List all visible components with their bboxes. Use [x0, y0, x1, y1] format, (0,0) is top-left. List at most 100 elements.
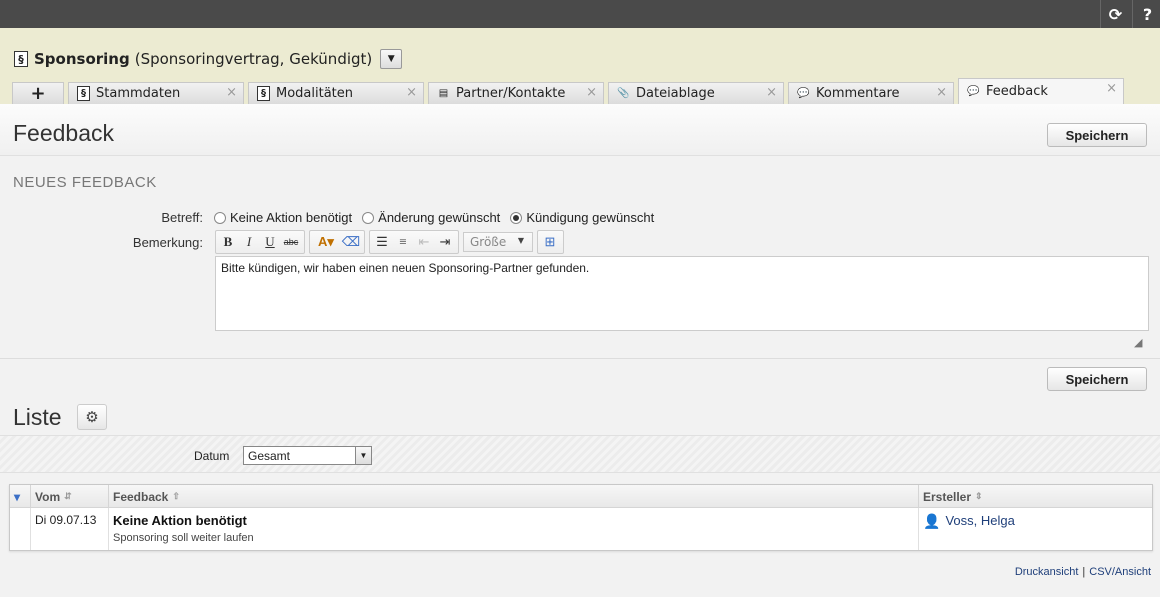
page-title: Feedback: [13, 120, 115, 146]
bemerkung-textarea[interactable]: Bitte kündigen, wir haben einen neuen Sp…: [215, 256, 1149, 331]
tab-modalitaeten[interactable]: § Modalitäten ×: [248, 82, 424, 104]
indent-icon[interactable]: ⇥: [435, 232, 455, 252]
radio-aenderung[interactable]: Änderung gewünscht: [362, 210, 500, 225]
column-label: Ersteller: [923, 489, 972, 504]
tab-label: Dateiablage: [636, 86, 715, 101]
caret-down-icon: ▼: [517, 236, 524, 245]
feedback-text: Sponsoring soll weiter laufen: [113, 532, 254, 544]
radio-kuendigung[interactable]: Kündigung gewünscht: [510, 210, 654, 225]
betreff-label: Betreff:: [161, 210, 203, 225]
tab-dateiablage[interactable]: 📎 Dateiablage ×: [608, 82, 784, 104]
tab-partner-kontakte[interactable]: ▤ Partner/Kontakte ×: [428, 82, 604, 104]
feedback-header: Feedback Speichern: [0, 104, 1160, 156]
csv-view-link[interactable]: CSV/Ansicht: [1089, 566, 1151, 578]
tab-bar: + § Stammdaten × § Modalitäten × ▤ Partn…: [12, 78, 1128, 104]
eraser-icon[interactable]: ⌫: [341, 232, 361, 252]
tab-label: Modalitäten: [276, 86, 354, 101]
cell-vom: Di 09.07.13: [31, 508, 109, 550]
filter-bar: Datum Gesamt ▼: [0, 435, 1160, 473]
column-chooser-icon[interactable]: ▾: [10, 485, 31, 508]
paragraph-icon: §: [77, 86, 90, 101]
record-title-row: § Sponsoring (Sponsoringvertrag, Gekündi…: [14, 48, 403, 70]
list-group: ☰ ≡ ⇤ ⇥: [369, 230, 459, 254]
radio-label: Änderung gewünscht: [378, 210, 501, 225]
bemerkung-label: Bemerkung:: [132, 235, 203, 250]
underline-icon[interactable]: U: [260, 232, 280, 252]
record-header: § Sponsoring (Sponsoringvertrag, Gekündi…: [0, 28, 1160, 104]
print-view-link[interactable]: Druckansicht: [1015, 566, 1079, 578]
italic-icon[interactable]: I: [239, 232, 259, 252]
column-header-ersteller[interactable]: Ersteller ⇕: [919, 485, 1152, 508]
comment-icon: 💬: [967, 86, 980, 97]
paragraph-icon: §: [257, 86, 270, 101]
unordered-list-icon[interactable]: ≡: [393, 232, 413, 252]
tab-label: Stammdaten: [96, 86, 181, 101]
tab-label: Feedback: [986, 84, 1048, 99]
chevron-down-icon[interactable]: ▼: [355, 447, 371, 464]
add-tab-button[interactable]: +: [12, 82, 64, 104]
radio-label: Keine Aktion benötigt: [230, 210, 353, 225]
column-header-feedback[interactable]: Feedback ⇧: [109, 485, 919, 508]
section-divider: [0, 358, 1160, 359]
ordered-list-icon[interactable]: ☰: [372, 232, 392, 252]
radio-label: Kündigung gewünscht: [526, 210, 655, 225]
close-icon[interactable]: ×: [586, 85, 597, 100]
main-content: Feedback Speichern NEUES FEEDBACK Betref…: [0, 104, 1160, 597]
betreff-radio-group: Keine Aktion benötigt Änderung gewünscht…: [214, 210, 664, 225]
column-header-vom[interactable]: Vom ⇵: [31, 485, 109, 508]
bold-icon[interactable]: B: [218, 232, 238, 252]
close-icon[interactable]: ×: [406, 85, 417, 100]
row-select-cell: [10, 508, 31, 550]
tab-label: Partner/Kontakte: [456, 86, 566, 101]
tab-label: Kommentare: [816, 86, 900, 101]
radio-button[interactable]: [214, 211, 226, 224]
chevron-down-icon: ▼: [387, 54, 395, 64]
new-feedback-heading: NEUES FEEDBACK: [13, 174, 157, 191]
editor-toolbar: B I U abc A▾ ⌫ ☰ ≡ ⇤ ⇥ Größe ▼ ⊞: [215, 230, 568, 254]
source-group: ⊞: [537, 230, 564, 254]
tab-kommentare[interactable]: 💬 Kommentare ×: [788, 82, 954, 104]
gear-icon: ⚙: [85, 408, 99, 426]
record-menu-button[interactable]: ▼: [380, 49, 403, 69]
creator-link[interactable]: Voss, Helga: [945, 513, 1014, 528]
save-button[interactable]: Speichern: [1047, 123, 1147, 147]
paperclip-icon: 📎: [617, 88, 630, 99]
close-icon[interactable]: ×: [766, 85, 777, 100]
strikethrough-icon[interactable]: abc: [281, 232, 301, 252]
sort-icon: ⇧: [172, 491, 180, 501]
date-filter-label: Datum: [194, 449, 230, 463]
close-icon[interactable]: ×: [1106, 81, 1117, 96]
top-bar: ⟳ ?: [0, 0, 1160, 28]
list-title: Liste: [13, 404, 62, 430]
sync-icon[interactable]: ⟳: [1100, 0, 1130, 28]
help-button[interactable]: ?: [1132, 0, 1160, 28]
comment-icon: 💬: [797, 88, 810, 99]
resize-handle-icon[interactable]: ◢: [1134, 336, 1142, 349]
tab-feedback[interactable]: 💬 Feedback ×: [958, 78, 1124, 104]
record-subtitle: (Sponsoringvertrag, Gekündigt): [134, 50, 373, 68]
font-size-select[interactable]: Größe ▼: [463, 232, 533, 252]
tab-stammdaten[interactable]: § Stammdaten ×: [68, 82, 244, 104]
sort-icon: ⇵: [64, 491, 72, 501]
radio-button[interactable]: [362, 211, 375, 224]
date-filter-select[interactable]: Gesamt ▼: [243, 446, 372, 465]
color-group: A▾ ⌫: [309, 230, 365, 254]
outdent-icon[interactable]: ⇤: [414, 232, 434, 252]
close-icon[interactable]: ×: [226, 85, 237, 100]
cell-feedback: Keine Aktion benötigt Sponsoring soll we…: [109, 508, 919, 550]
column-label: Vom: [35, 489, 61, 504]
text-color-icon[interactable]: A▾: [312, 232, 340, 252]
close-icon[interactable]: ×: [936, 85, 947, 100]
feedback-title: Keine Aktion benötigt: [113, 513, 247, 528]
source-icon[interactable]: ⊞: [540, 232, 560, 252]
cell-ersteller: 👤 Voss, Helga: [919, 508, 1152, 550]
font-size-placeholder: Größe: [470, 235, 507, 249]
radio-button-selected[interactable]: [510, 211, 523, 224]
save-button-bottom[interactable]: Speichern: [1047, 367, 1147, 391]
contacts-icon: ▤: [438, 88, 449, 99]
footer-links: Druckansicht | CSV/Ansicht: [1015, 566, 1151, 578]
feedback-table: ▾ Vom ⇵ Feedback ⇧ Ersteller ⇕ Di 09.07.13 …: [9, 484, 1153, 551]
list-settings-button[interactable]: ⚙: [77, 404, 107, 430]
user-icon: 👤: [923, 513, 941, 529]
radio-keine-aktion[interactable]: Keine Aktion benötigt: [214, 210, 352, 225]
